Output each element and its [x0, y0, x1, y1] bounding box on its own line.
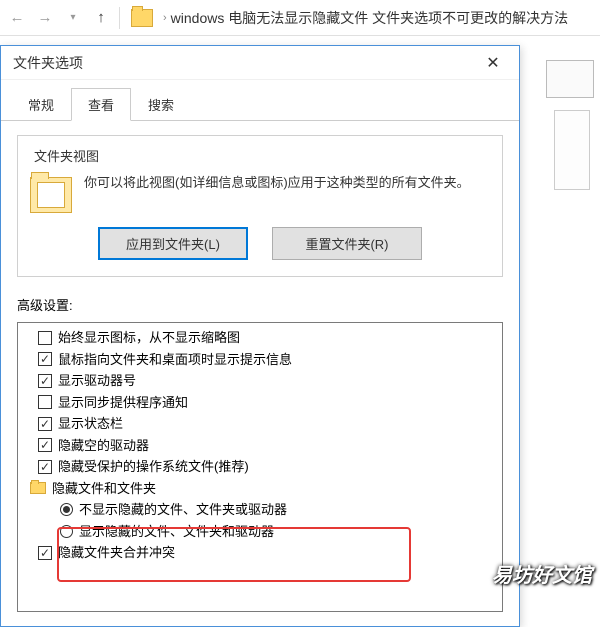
adv-item-label: 不显示隐藏的文件、文件夹或驱动器 — [79, 500, 287, 520]
explorer-address-bar: ← → ▾ ↑ › windows 电脑无法显示隐藏文件 文件夹选项不可更改的解… — [0, 0, 600, 36]
folder-icon — [30, 482, 46, 494]
adv-item-8[interactable]: 不显示隐藏的文件、文件夹或驱动器 — [20, 499, 500, 521]
adv-item-4[interactable]: 显示状态栏 — [20, 413, 500, 435]
radio-icon[interactable] — [60, 525, 73, 538]
watermark-text: 易坊好文馆 — [492, 559, 592, 588]
checkbox-icon[interactable] — [38, 460, 52, 474]
checkbox-icon[interactable] — [38, 417, 52, 431]
adv-item-label: 隐藏空的驱动器 — [58, 436, 149, 456]
adv-item-5[interactable]: 隐藏空的驱动器 — [20, 435, 500, 457]
folder-icon — [131, 9, 153, 27]
adv-item-label: 隐藏文件夹合并冲突 — [58, 543, 175, 563]
checkbox-icon[interactable] — [38, 546, 52, 560]
thumbnail-preview — [546, 60, 594, 98]
dialog-titlebar: 文件夹选项 ✕ — [1, 46, 519, 80]
adv-item-0[interactable]: 始终显示图标，从不显示缩略图 — [20, 327, 500, 349]
nav-forward-icon: → — [32, 5, 58, 31]
tab-general[interactable]: 常规 — [11, 88, 71, 120]
adv-item-6[interactable]: 隐藏受保护的操作系统文件(推荐) — [20, 456, 500, 478]
checkbox-icon[interactable] — [38, 438, 52, 452]
adv-item-10[interactable]: 隐藏文件夹合并冲突 — [20, 542, 500, 564]
path-text[interactable]: windows 电脑无法显示隐藏文件 文件夹选项不可更改的解决方法 — [171, 8, 568, 28]
close-button[interactable]: ✕ — [473, 49, 513, 77]
folder-view-icon — [30, 177, 72, 213]
advanced-settings-list[interactable]: 始终显示图标，从不显示缩略图鼠标指向文件夹和桌面项时显示提示信息显示驱动器号显示… — [17, 322, 503, 612]
tab-content-view: 文件夹视图 你可以将此视图(如详细信息或图标)应用于这种类型的所有文件夹。 应用… — [1, 121, 519, 626]
reset-folders-button[interactable]: 重置文件夹(R) — [272, 227, 422, 260]
tab-bar: 常规 查看 搜索 — [1, 80, 519, 121]
checkbox-icon[interactable] — [38, 395, 52, 409]
dialog-title: 文件夹选项 — [13, 53, 83, 73]
advanced-settings-label: 高级设置: — [17, 295, 503, 314]
apply-to-folders-button[interactable]: 应用到文件夹(L) — [98, 227, 248, 260]
chevron-right-icon: › — [163, 12, 167, 24]
adv-item-label: 隐藏受保护的操作系统文件(推荐) — [58, 457, 249, 477]
adv-item-1[interactable]: 鼠标指向文件夹和桌面项时显示提示信息 — [20, 349, 500, 371]
checkbox-icon[interactable] — [38, 352, 52, 366]
adv-item-label: 鼠标指向文件夹和桌面项时显示提示信息 — [58, 350, 292, 370]
adv-item-label: 显示隐藏的文件、文件夹和驱动器 — [79, 522, 274, 542]
adv-item-7: 隐藏文件和文件夹 — [20, 478, 500, 500]
tab-search[interactable]: 搜索 — [131, 88, 191, 120]
thumbnail-preview-2 — [554, 110, 590, 190]
adv-item-label: 始终显示图标，从不显示缩略图 — [58, 328, 240, 348]
adv-item-label: 显示状态栏 — [58, 414, 123, 434]
nav-up-icon[interactable]: ↑ — [88, 5, 114, 31]
checkbox-icon[interactable] — [38, 374, 52, 388]
close-icon: ✕ — [486, 53, 499, 73]
tab-view[interactable]: 查看 — [71, 88, 131, 121]
adv-item-3[interactable]: 显示同步提供程序通知 — [20, 392, 500, 414]
adv-item-label: 隐藏文件和文件夹 — [52, 479, 156, 499]
folder-view-description: 你可以将此视图(如详细信息或图标)应用于这种类型的所有文件夹。 — [84, 173, 490, 194]
adv-item-label: 显示驱动器号 — [58, 371, 136, 391]
radio-icon[interactable] — [60, 503, 73, 516]
nav-dropdown-icon[interactable]: ▾ — [60, 5, 86, 31]
adv-item-label: 显示同步提供程序通知 — [58, 393, 188, 413]
adv-item-9[interactable]: 显示隐藏的文件、文件夹和驱动器 — [20, 521, 500, 543]
folder-view-label: 文件夹视图 — [30, 146, 103, 165]
adv-item-2[interactable]: 显示驱动器号 — [20, 370, 500, 392]
nav-back-icon[interactable]: ← — [4, 5, 30, 31]
checkbox-icon[interactable] — [38, 331, 52, 345]
folder-view-group: 文件夹视图 你可以将此视图(如详细信息或图标)应用于这种类型的所有文件夹。 应用… — [17, 135, 503, 277]
folder-options-dialog: 文件夹选项 ✕ 常规 查看 搜索 文件夹视图 你可以将此视图(如详细信息或图标)… — [0, 45, 520, 627]
